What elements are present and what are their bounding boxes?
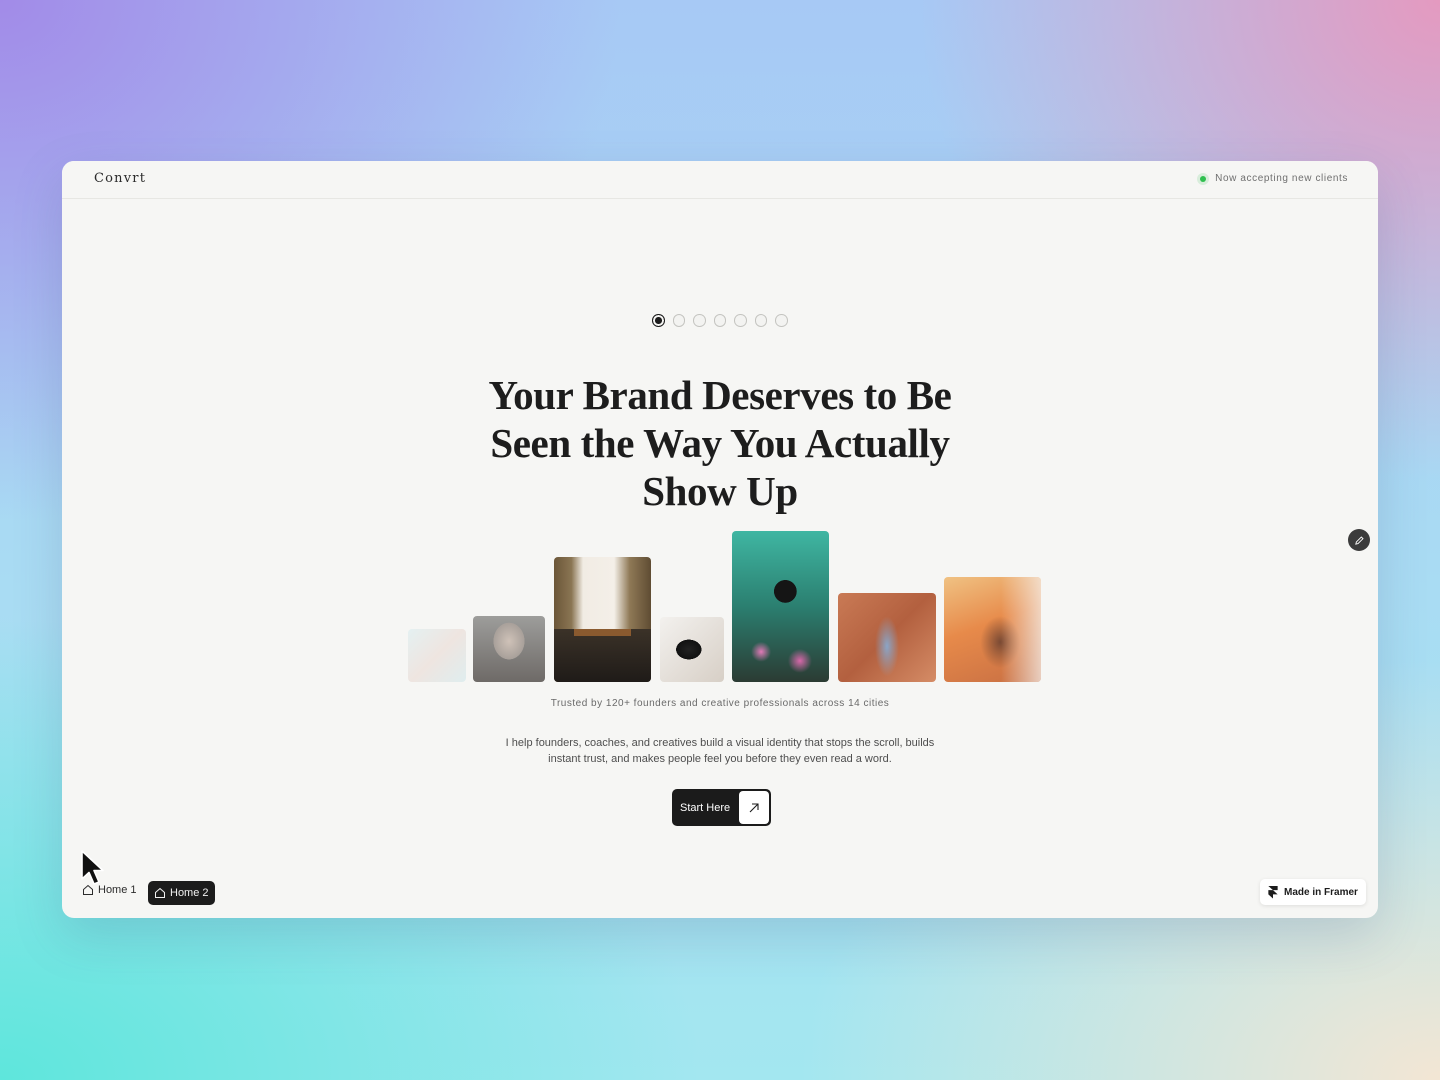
carousel-dot[interactable] (754, 314, 767, 327)
headline-line: Your Brand Deserves to Be (488, 372, 952, 418)
top-bar: Convrt Now accepting new clients (62, 161, 1378, 199)
headline-line: Seen the Way You Actually (490, 420, 950, 466)
hero-description: I help founders, coaches, and creatives … (505, 737, 935, 765)
home-2-label: Home 2 (170, 887, 209, 899)
carousel-dot[interactable] (693, 314, 706, 327)
carousel-dot[interactable] (713, 314, 726, 327)
hero-headline: Your Brand Deserves to Be Seen the Way Y… (470, 371, 970, 515)
browser-window: Convrt Now accepting new clients Your Br… (62, 161, 1378, 918)
gallery-photo (944, 577, 1041, 682)
carousel-dot[interactable] (775, 314, 788, 327)
carousel-dots (652, 314, 788, 327)
carousel-dot[interactable] (672, 314, 685, 327)
framer-badge-label: Made in Framer (1284, 886, 1358, 898)
trusted-caption: Trusted by 120+ founders and creative pr… (550, 698, 890, 709)
brand-logo[interactable]: Convrt (94, 171, 146, 186)
start-here-button[interactable]: Start Here (672, 789, 772, 826)
availability-status: Now accepting new clients (1200, 173, 1348, 184)
made-in-framer-badge[interactable]: Made in Framer (1260, 879, 1366, 905)
headline-line: Show Up (642, 468, 798, 514)
gallery-photo (554, 557, 651, 682)
status-dot-icon (1200, 175, 1207, 182)
carousel-dot[interactable] (652, 314, 665, 327)
gallery-photo (473, 616, 545, 682)
page-switch-home-2[interactable]: Home 2 (148, 881, 215, 905)
arrow-up-right-icon (739, 791, 770, 824)
mouse-cursor-icon (81, 850, 104, 885)
gallery-photo (660, 617, 724, 682)
framer-logo-icon (1268, 885, 1278, 899)
home-icon (155, 887, 165, 898)
status-text: Now accepting new clients (1215, 173, 1348, 184)
carousel-dot[interactable] (734, 314, 747, 327)
gallery-photo (838, 593, 936, 682)
edit-pencil-icon[interactable] (1348, 529, 1370, 551)
gallery-photo (732, 531, 829, 682)
start-here-label: Start Here (680, 801, 731, 814)
gallery-photo (408, 629, 466, 682)
